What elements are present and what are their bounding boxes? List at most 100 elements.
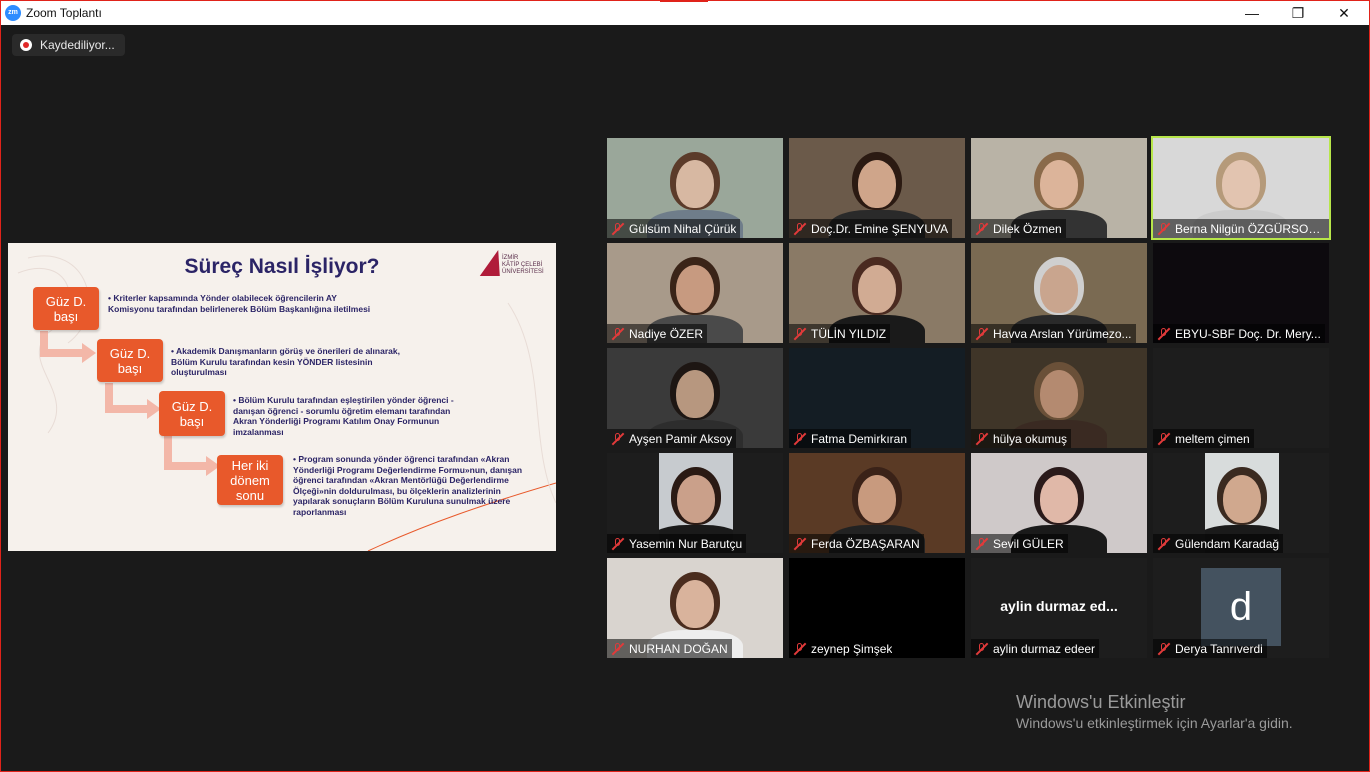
participant-name: Doç.Dr. Emine ŞENYUVA xyxy=(811,221,949,236)
step-arrow-icon xyxy=(40,331,100,371)
participant-face xyxy=(858,160,896,208)
muted-mic-icon xyxy=(975,432,989,446)
participant-tile[interactable]: TÜLİN YILDIZ xyxy=(789,243,965,343)
participant-name-bar: NURHAN DOĞAN xyxy=(607,639,732,658)
participant-name: Gülendam Karadağ xyxy=(1175,536,1280,551)
participant-name-bar: Ferda ÖZBAŞARAN xyxy=(789,534,924,553)
participant-name-bar: Nadiye ÖZER xyxy=(607,324,708,343)
participant-name-bar: Sevil GÜLER xyxy=(971,534,1068,553)
participant-avatar: d xyxy=(1201,568,1281,646)
participant-face xyxy=(1040,475,1078,523)
participant-name: aylin durmaz edeer xyxy=(993,641,1096,656)
step-2-text: Akademik Danışmanların görüş ve öneriler… xyxy=(171,346,416,378)
muted-mic-icon xyxy=(1157,222,1171,236)
participant-tile[interactable]: Gülendam Karadağ xyxy=(1153,453,1329,553)
participant-name: Nadiye ÖZER xyxy=(629,326,704,341)
participant-face xyxy=(676,160,714,208)
participant-tile[interactable]: Berna Nilgün ÖZGÜRSOY U... xyxy=(1151,136,1331,240)
recording-indicator[interactable]: Kaydediliyor... xyxy=(12,34,125,56)
participant-tile[interactable]: Gülsüm Nihal Çürük xyxy=(607,138,783,238)
participant-name: Dilek Özmen xyxy=(993,221,1062,236)
participant-name: meltem çimen xyxy=(1175,431,1250,446)
zoom-app-icon: zm xyxy=(5,5,21,21)
participant-name: Ayşen Pamir Aksoy xyxy=(629,431,733,446)
participant-tile[interactable]: aylin durmaz ed... aylin durmaz edeer xyxy=(971,558,1147,658)
logo-text: İZMİR KÂTİP ÇELEBİ ÜNİVERSİTESİ xyxy=(502,255,544,275)
step-3-label: Güz D. başı xyxy=(159,391,225,436)
participant-name-bar: Gülsüm Nihal Çürük xyxy=(607,219,741,238)
participant-name-bar: meltem çimen xyxy=(1153,429,1254,448)
participant-display-name: aylin durmaz ed... xyxy=(1000,598,1118,614)
participant-name-bar: EBYU-SBF Doç. Dr. Mery... xyxy=(1153,324,1325,343)
participant-tile[interactable]: Doç.Dr. Emine ŞENYUVA xyxy=(789,138,965,238)
participant-tile[interactable]: Nadiye ÖZER xyxy=(607,243,783,343)
participant-tile[interactable]: NURHAN DOĞAN xyxy=(607,558,783,658)
participant-name: TÜLİN YILDIZ xyxy=(811,326,887,341)
muted-mic-icon xyxy=(611,327,625,341)
participant-name: Yasemin Nur Barutçu xyxy=(629,536,743,551)
participant-face xyxy=(676,265,714,313)
muted-mic-icon xyxy=(793,642,807,656)
participant-name: Ferda ÖZBAŞARAN xyxy=(811,536,920,551)
participant-name: Havva Arslan Yürümezo... xyxy=(993,326,1132,341)
muted-mic-icon xyxy=(611,537,625,551)
muted-mic-icon xyxy=(793,327,807,341)
participant-face xyxy=(1040,160,1078,208)
step-2-label: Güz D. başı xyxy=(97,339,163,382)
step-1-text: Kriterler kapsamında Yönder olabilecek ö… xyxy=(108,293,378,314)
participant-name-bar: Gülendam Karadağ xyxy=(1153,534,1284,553)
participant-name: hülya okumuş xyxy=(993,431,1068,446)
step-arrow-icon xyxy=(164,436,224,480)
maximize-button[interactable]: ❐ xyxy=(1275,1,1321,25)
participant-face xyxy=(676,580,714,628)
participant-name-bar: Yasemin Nur Barutçu xyxy=(607,534,747,553)
participant-tile[interactable]: EBYU-SBF Doç. Dr. Mery... xyxy=(1153,243,1329,343)
step-1-label: Güz D. başı xyxy=(33,287,99,330)
muted-mic-icon xyxy=(1157,432,1171,446)
muted-mic-icon xyxy=(611,432,625,446)
slide-title: Süreç Nasıl İşliyor? xyxy=(184,255,380,278)
participant-name: NURHAN DOĞAN xyxy=(629,641,728,656)
participant-tile[interactable]: Havva Arslan Yürümezo... xyxy=(971,243,1147,343)
participant-tile[interactable]: Fatma Demirkıran xyxy=(789,348,965,448)
participant-tile[interactable]: Ferda ÖZBAŞARAN xyxy=(789,453,965,553)
participant-tile[interactable]: Dilek Özmen xyxy=(971,138,1147,238)
participant-name-bar: hülya okumuş xyxy=(971,429,1072,448)
participant-tile[interactable]: zeynep Şimşek xyxy=(789,558,965,658)
participant-tile[interactable]: Yasemin Nur Barutçu xyxy=(607,453,783,553)
participant-name: Fatma Demirkıran xyxy=(811,431,908,446)
muted-mic-icon xyxy=(793,222,807,236)
participant-tile[interactable]: meltem çimen xyxy=(1153,348,1329,448)
participant-face xyxy=(1223,475,1261,523)
muted-mic-icon xyxy=(975,327,989,341)
participant-name-bar: TÜLİN YILDIZ xyxy=(789,324,891,343)
participant-name-bar: Ayşen Pamir Aksoy xyxy=(607,429,737,448)
participant-face xyxy=(677,475,715,523)
participant-name-bar: Fatma Demirkıran xyxy=(789,429,912,448)
participant-tile[interactable]: d Derya Tanrıverdi xyxy=(1153,558,1329,658)
participant-tile[interactable]: hülya okumuş xyxy=(971,348,1147,448)
muted-mic-icon xyxy=(1157,327,1171,341)
activation-title: Windows'u Etkinleştir xyxy=(1016,692,1186,712)
participant-name: Berna Nilgün ÖZGÜRSOY U... xyxy=(1175,221,1325,236)
muted-mic-icon xyxy=(611,642,625,656)
participant-name: Derya Tanrıverdi xyxy=(1175,641,1263,656)
close-button[interactable]: ✕ xyxy=(1321,1,1367,25)
minimize-button[interactable]: — xyxy=(1229,1,1275,25)
muted-mic-icon xyxy=(975,222,989,236)
participant-face xyxy=(858,475,896,523)
step-4-label: Her iki dönem sonu xyxy=(217,455,283,505)
participant-tile[interactable]: Ayşen Pamir Aksoy xyxy=(607,348,783,448)
title-bar: zm Zoom Toplantı — ❐ ✕ xyxy=(1,1,1369,25)
shared-screen-slide: Süreç Nasıl İşliyor? İZMİR KÂTİP ÇELEBİ … xyxy=(8,243,556,551)
muted-mic-icon xyxy=(793,432,807,446)
participant-face xyxy=(1040,370,1078,418)
step-3-text: Bölüm Kurulu tarafından eşleştirilen yön… xyxy=(233,395,473,437)
participant-face xyxy=(1040,265,1078,313)
muted-mic-icon xyxy=(975,642,989,656)
participant-tile[interactable]: Sevil GÜLER xyxy=(971,453,1147,553)
windows-activation-watermark: Windows'u Etkinleştir Windows'u etkinleş… xyxy=(1016,692,1293,731)
participant-name-bar: Havva Arslan Yürümezo... xyxy=(971,324,1136,343)
activation-subtitle: Windows'u etkinleştirmek için Ayarlar'a … xyxy=(1016,715,1293,731)
muted-mic-icon xyxy=(793,537,807,551)
